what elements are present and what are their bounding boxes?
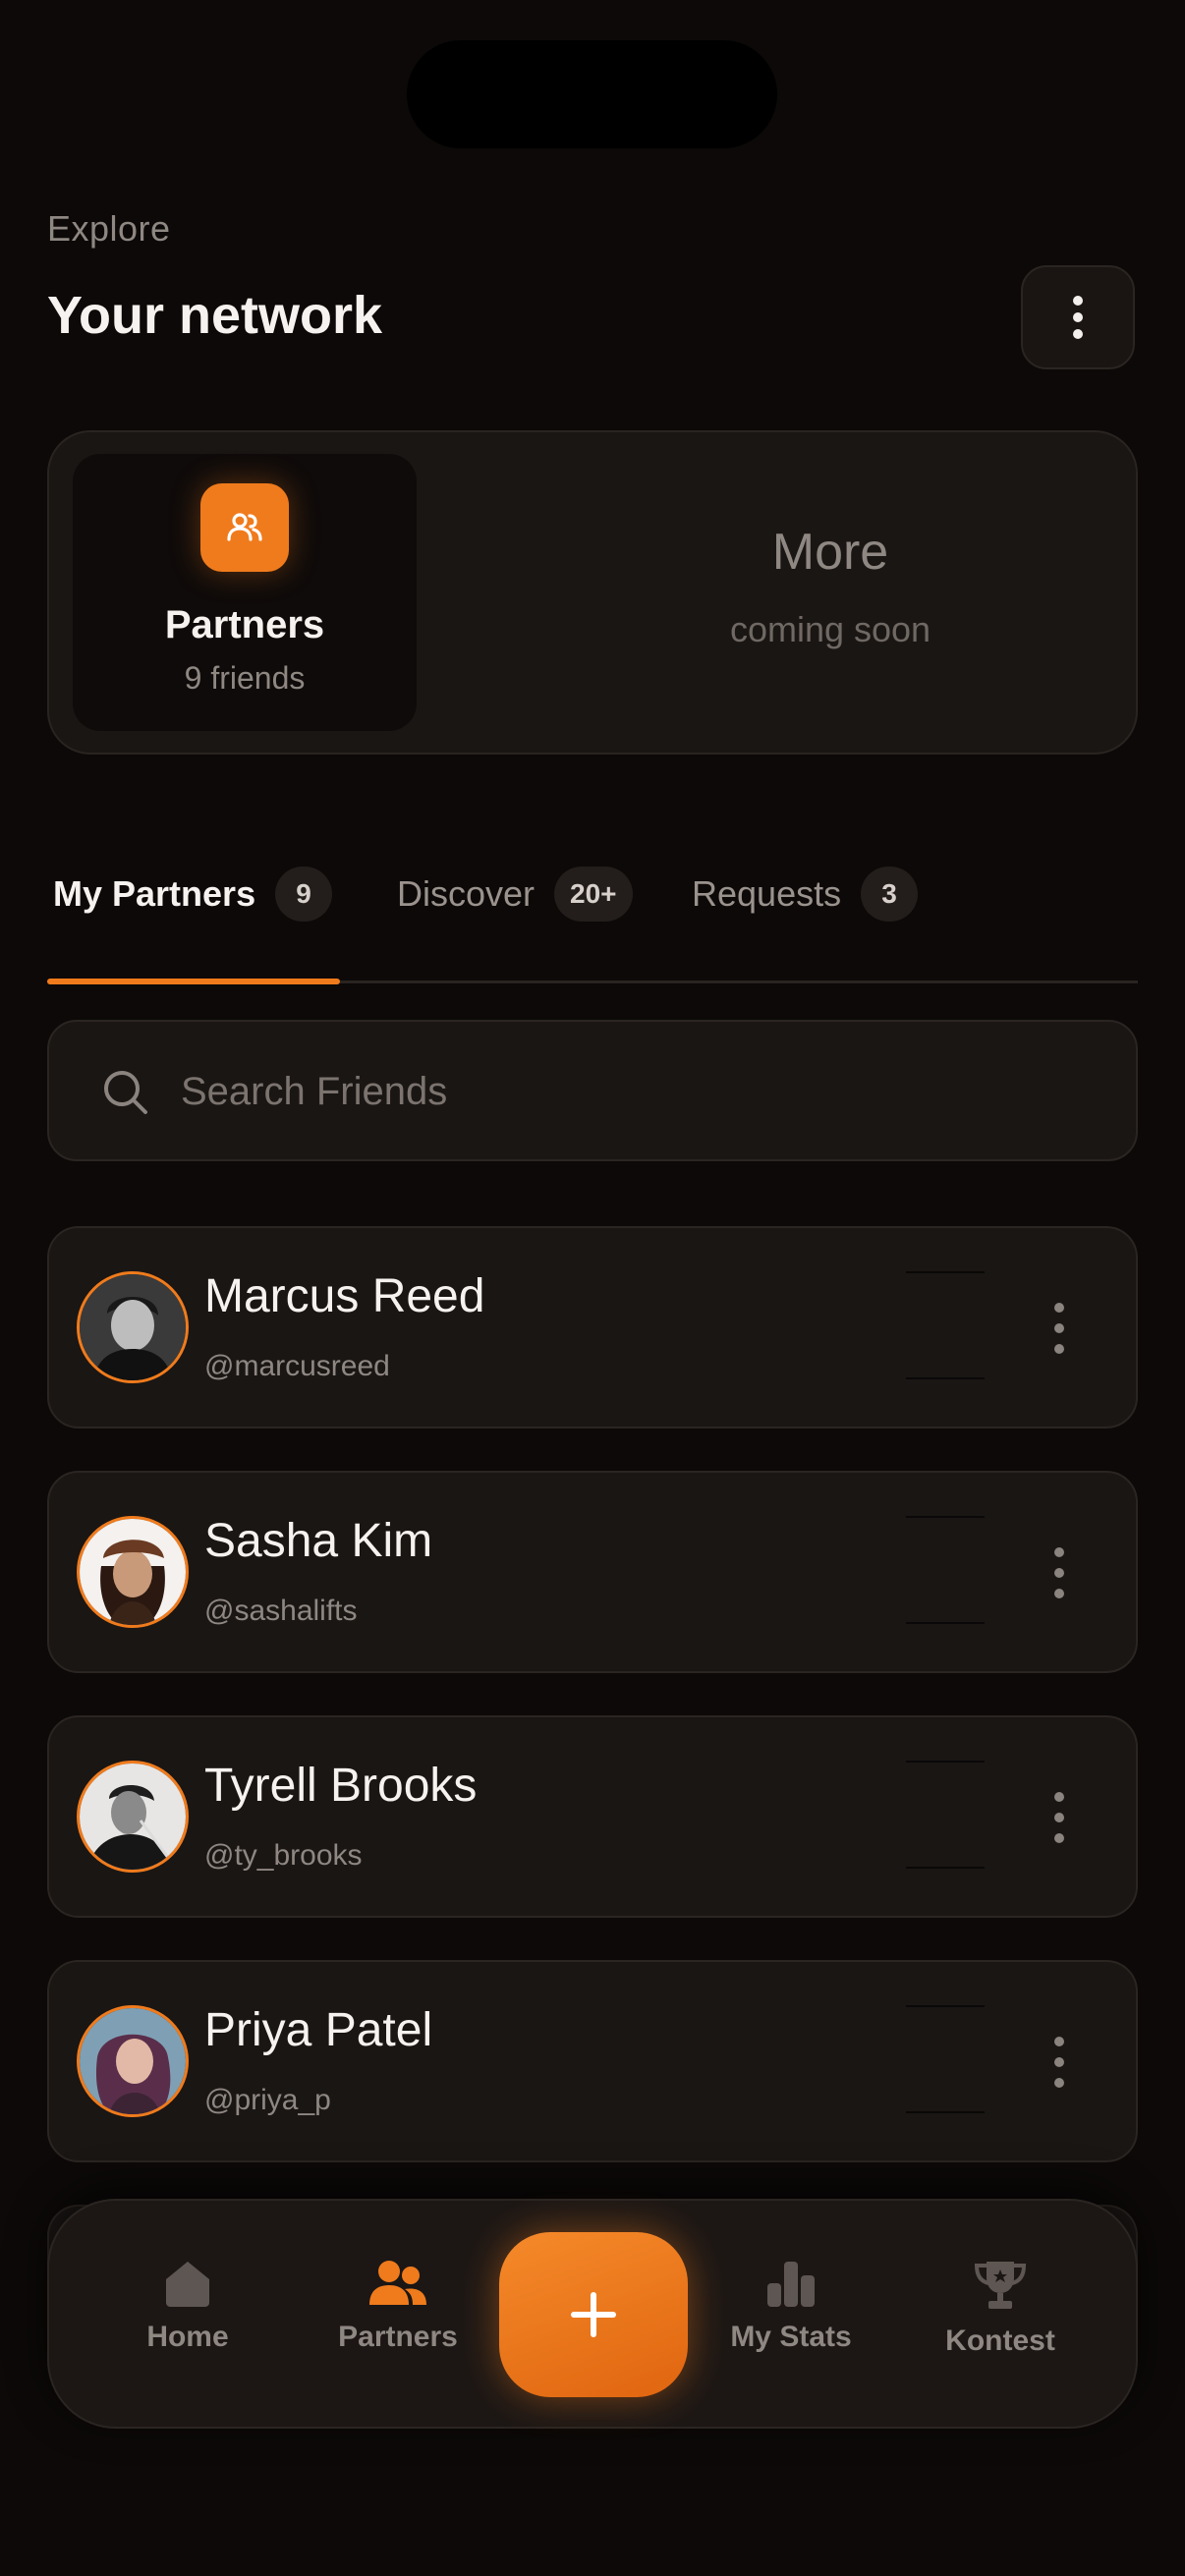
friend-name: Priya Patel	[204, 2004, 433, 2056]
avatar	[77, 1516, 189, 1628]
friend-status-placeholder	[906, 1761, 985, 1869]
segment-more-label: More	[771, 524, 889, 581]
friend-card[interactable]: Sasha Kim @sashalifts	[47, 1471, 1138, 1673]
nav-partners[interactable]: Partners	[314, 2260, 481, 2354]
avatar	[77, 1271, 189, 1383]
trophy-icon	[974, 2262, 1027, 2309]
tab-requests[interactable]: Requests 3	[692, 865, 919, 924]
home-icon	[166, 2262, 209, 2307]
nav-my-stats[interactable]: My Stats	[707, 2260, 875, 2354]
friend-handle: @ty_brooks	[204, 1839, 363, 1872]
tab-label: My Partners	[53, 873, 256, 914]
tab-count-badge: 20+	[554, 867, 633, 922]
add-button[interactable]	[499, 2232, 688, 2397]
header-menu-button[interactable]	[1021, 265, 1135, 369]
tab-count-badge: 3	[861, 867, 919, 922]
partners-icon	[369, 2261, 426, 2305]
partner-tabs: My Partners 9 Discover 20+ Requests 3	[47, 865, 1138, 984]
nav-kontest[interactable]: Kontest	[917, 2260, 1084, 2358]
bottom-nav: Home Partners My Stats Kontest	[47, 2199, 1138, 2429]
nav-label: My Stats	[730, 2321, 852, 2353]
more-vertical-icon	[1073, 296, 1083, 339]
more-vertical-icon[interactable]	[1049, 1547, 1069, 1600]
plus-icon	[571, 2292, 616, 2337]
friend-card[interactable]: Marcus Reed @marcusreed	[47, 1226, 1138, 1428]
friend-status-placeholder	[906, 1516, 985, 1624]
stats-icon	[767, 2262, 815, 2307]
friend-card[interactable]: Tyrell Brooks @ty_brooks	[47, 1715, 1138, 1918]
friend-name: Sasha Kim	[204, 1515, 433, 1567]
nav-label: Kontest	[945, 2324, 1055, 2357]
tab-label: Requests	[692, 873, 842, 914]
tab-discover[interactable]: Discover 20+	[397, 865, 633, 924]
page-title: Your network	[47, 286, 383, 345]
segment-partners-label: Partners	[164, 603, 325, 646]
nav-home[interactable]: Home	[104, 2260, 271, 2354]
more-vertical-icon[interactable]	[1049, 1792, 1069, 1845]
more-vertical-icon[interactable]	[1049, 1303, 1069, 1356]
page-eyebrow: Explore	[47, 208, 171, 249]
avatar	[77, 2005, 189, 2117]
search-input[interactable]	[179, 1059, 1067, 1124]
friend-handle: @sashalifts	[204, 1595, 358, 1627]
friend-name: Tyrell Brooks	[204, 1760, 478, 1812]
friend-handle: @marcusreed	[204, 1350, 390, 1382]
more-vertical-icon[interactable]	[1049, 2037, 1069, 2090]
segment-partners[interactable]: Partners 9 friends	[73, 454, 417, 731]
tab-label: Discover	[397, 873, 536, 914]
search-icon	[104, 1071, 147, 1114]
friend-status-placeholder	[906, 1271, 985, 1379]
active-tab-indicator	[47, 979, 340, 984]
people-icon	[200, 483, 289, 572]
friend-handle: @priya_p	[204, 2084, 331, 2116]
segment-partners-count: 9 friends	[184, 660, 306, 696]
nav-label: Partners	[338, 2321, 458, 2353]
nav-label: Home	[146, 2321, 229, 2353]
tab-count-badge: 9	[275, 867, 333, 922]
network-segment-card: Partners 9 friends More coming soon	[47, 430, 1138, 755]
friend-status-placeholder	[906, 2005, 985, 2113]
tab-my-partners[interactable]: My Partners 9	[53, 865, 333, 924]
dynamic-island	[407, 40, 777, 148]
friend-card[interactable]: Priya Patel @priya_p	[47, 1960, 1138, 2162]
avatar	[77, 1761, 189, 1873]
friend-name: Marcus Reed	[204, 1270, 485, 1322]
search-bar	[47, 1020, 1138, 1161]
segment-more-sub: coming soon	[729, 609, 931, 649]
